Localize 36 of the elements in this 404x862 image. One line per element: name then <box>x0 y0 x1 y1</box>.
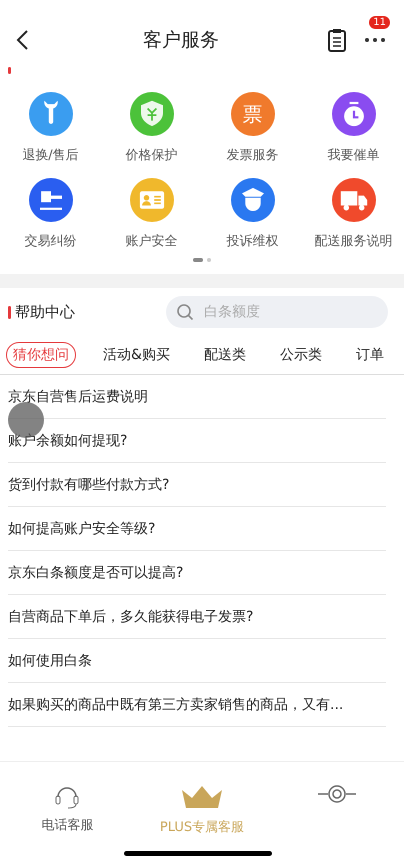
question-link[interactable]: 自营商品下单后，多久能获得电子发票? <box>8 608 254 626</box>
page-dot <box>207 258 211 262</box>
category-tab[interactable]: 公示类 <box>272 342 329 368</box>
service-label[interactable]: 发票服务 <box>226 146 278 164</box>
question-link[interactable]: 如何使用白条 <box>8 652 92 670</box>
truck-icon[interactable] <box>332 178 376 222</box>
category-tab[interactable]: 猜你想问 <box>6 342 76 368</box>
service-label[interactable]: 退换/售后 <box>22 146 79 164</box>
search-input[interactable]: 白条额度 <box>202 303 356 321</box>
wrench-icon[interactable] <box>28 92 72 136</box>
category-tab[interactable]: 配送类 <box>196 342 253 368</box>
search-icon <box>176 303 194 321</box>
page-title: 客户服务 <box>142 28 220 53</box>
more-icon[interactable] <box>364 37 386 43</box>
service-label[interactable]: 账户安全 <box>126 232 178 250</box>
service-label[interactable]: 价格保护 <box>126 146 178 164</box>
service-label[interactable]: 投诉维权 <box>226 232 278 250</box>
question-link[interactable]: 如何提高账户安全等级? <box>8 520 156 538</box>
question-link[interactable]: 货到付款有哪些付款方式? <box>8 476 170 494</box>
service-label[interactable]: 配送服务说明 <box>314 232 392 250</box>
notification-badge: 11 <box>369 16 390 29</box>
search-field[interactable]: 白条额度 <box>166 296 388 328</box>
question-link[interactable]: 账户余额如何提现? <box>8 432 128 450</box>
nav-label[interactable]: 电话客服 <box>41 816 94 834</box>
officer-icon[interactable] <box>230 178 274 222</box>
question-link[interactable]: 如果购买的商品中既有第三方卖家销售的商品，又有... <box>8 696 344 714</box>
question-link[interactable]: 京东自营售后运费说明 <box>8 388 148 406</box>
category-tab[interactable]: 订单 <box>348 342 391 368</box>
service-label[interactable]: 我要催单 <box>328 146 380 164</box>
question-link[interactable]: 京东白条额度是否可以提高? <box>8 564 184 582</box>
gavel-icon[interactable] <box>28 178 72 222</box>
service-label[interactable]: 交易纠纷 <box>24 232 76 250</box>
timer-icon[interactable] <box>332 92 376 136</box>
category-tab[interactable]: 活动&购买 <box>96 342 177 368</box>
clipboard-icon[interactable] <box>326 27 348 53</box>
section-title: 帮助中心 <box>15 302 75 322</box>
